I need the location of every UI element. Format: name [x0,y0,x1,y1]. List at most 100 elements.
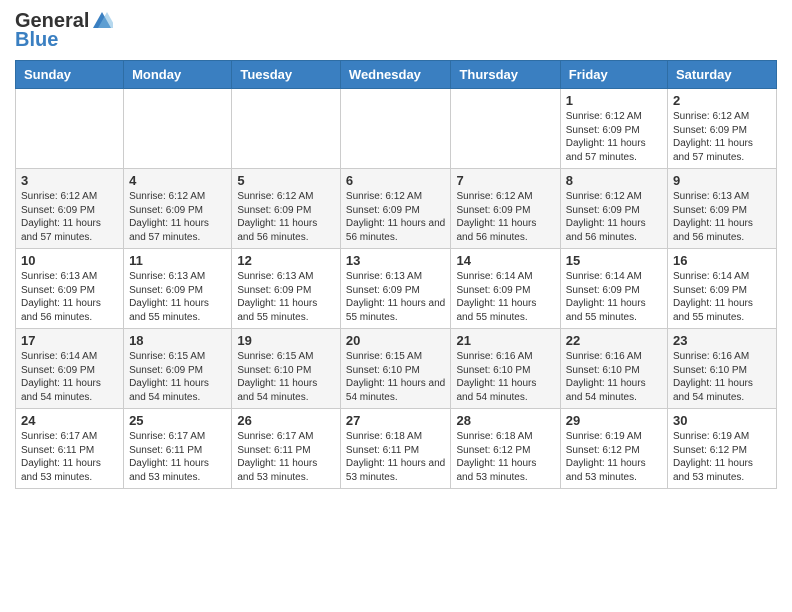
day-info: Sunrise: 6:19 AM Sunset: 6:12 PM Dayligh… [673,430,771,484]
day-info: Sunrise: 6:14 AM Sunset: 6:09 PM Dayligh… [21,350,118,404]
day-number: 4 [129,173,226,188]
day-info: Sunrise: 6:16 AM Sunset: 6:10 PM Dayligh… [673,350,771,404]
calendar-cell-1-6: 1Sunrise: 6:12 AM Sunset: 6:09 PM Daylig… [560,89,667,169]
calendar-cell-4-3: 19Sunrise: 6:15 AM Sunset: 6:10 PM Dayli… [232,329,341,409]
logo: General Blue [15,10,113,52]
day-number: 27 [346,413,446,428]
day-number: 28 [456,413,554,428]
day-number: 23 [673,333,771,348]
calendar-cell-3-1: 10 Sunrise: 6:13 AM Sunset: 6:09 PM Dayli… [16,249,124,329]
calendar-cell-5-5: 28 Sunrise: 6:18 AM Sunset: 6:12 PM Dayli… [451,409,560,489]
calendar-cell-1-5 [451,89,560,169]
logo-blue-label: Blue [15,29,58,52]
calendar-week-3: 10 Sunrise: 6:13 AM Sunset: 6:09 PM Dayli… [16,249,777,329]
col-wednesday: Wednesday [340,61,451,89]
calendar-cell-5-7: 30 Sunrise: 6:19 AM Sunset: 6:12 PM Dayli… [668,409,777,489]
day-number: 30 [673,413,771,428]
calendar-cell-3-4: 13 Sunrise: 6:13 AM Sunset: 6:09 PM Dayli… [340,249,451,329]
day-number: 25 [129,413,226,428]
day-number: 19 [237,333,335,348]
day-number: 22 [566,333,662,348]
day-number: 8 [566,173,662,188]
calendar-week-5: 24 Sunrise: 6:17 AM Sunset: 6:11 PM Dayli… [16,409,777,489]
day-info: Sunrise: 6:18 AM Sunset: 6:12 PM Dayligh… [456,430,554,484]
day-number: 17 [21,333,118,348]
day-number: 6 [346,173,446,188]
day-number: 14 [456,253,554,268]
day-info: Sunrise: 6:12 AM Sunset: 6:09 PM Dayligh… [673,110,771,164]
day-number: 15 [566,253,662,268]
calendar-cell-2-5: 7 Sunrise: 6:12 AM Sunset: 6:09 PM Daylig… [451,169,560,249]
calendar-cell-2-2: 4 Sunrise: 6:12 AM Sunset: 6:09 PM Daylig… [124,169,232,249]
day-number: 12 [237,253,335,268]
day-number: 24 [21,413,118,428]
page: General Blue Sunday Monday Tuesday Wedne… [0,0,792,504]
calendar-cell-2-7: 9Sunrise: 6:13 AM Sunset: 6:09 PM Daylig… [668,169,777,249]
day-info: Sunrise: 6:12 AM Sunset: 6:09 PM Dayligh… [456,190,554,244]
calendar-cell-1-2 [124,89,232,169]
day-info: Sunrise: 6:14 AM Sunset: 6:09 PM Dayligh… [456,270,554,324]
logo-wrapper: General Blue [15,10,113,52]
day-info: Sunrise: 6:13 AM Sunset: 6:09 PM Dayligh… [21,270,118,324]
day-number: 2 [673,93,771,108]
col-friday: Friday [560,61,667,89]
day-number: 21 [456,333,554,348]
calendar-cell-3-2: 11 Sunrise: 6:13 AM Sunset: 6:09 PM Dayli… [124,249,232,329]
day-number: 7 [456,173,554,188]
col-monday: Monday [124,61,232,89]
day-info: Sunrise: 6:12 AM Sunset: 6:09 PM Dayligh… [129,190,226,244]
day-info: Sunrise: 6:13 AM Sunset: 6:09 PM Dayligh… [129,270,226,324]
day-info: Sunrise: 6:12 AM Sunset: 6:09 PM Dayligh… [566,190,662,244]
day-number: 29 [566,413,662,428]
day-info: Sunrise: 6:12 AM Sunset: 6:09 PM Dayligh… [237,190,335,244]
calendar-week-4: 17 Sunrise: 6:14 AM Sunset: 6:09 PM Dayli… [16,329,777,409]
calendar-cell-2-3: 5Sunrise: 6:12 AM Sunset: 6:09 PM Daylig… [232,169,341,249]
calendar-cell-4-2: 18 Sunrise: 6:15 AM Sunset: 6:09 PM Dayli… [124,329,232,409]
day-info: Sunrise: 6:13 AM Sunset: 6:09 PM Dayligh… [346,270,446,324]
day-info: Sunrise: 6:17 AM Sunset: 6:11 PM Dayligh… [237,430,335,484]
col-tuesday: Tuesday [232,61,341,89]
calendar-cell-1-3 [232,89,341,169]
calendar-cell-3-6: 15 Sunrise: 6:14 AM Sunset: 6:09 PM Dayli… [560,249,667,329]
day-number: 26 [237,413,335,428]
logo-arrow-icon [91,10,113,30]
calendar-week-2: 3 Sunrise: 6:12 AM Sunset: 6:09 PM Daylig… [16,169,777,249]
calendar-cell-4-7: 23 Sunrise: 6:16 AM Sunset: 6:10 PM Dayli… [668,329,777,409]
calendar-cell-2-1: 3 Sunrise: 6:12 AM Sunset: 6:09 PM Daylig… [16,169,124,249]
day-info: Sunrise: 6:12 AM Sunset: 6:09 PM Dayligh… [21,190,118,244]
day-number: 3 [21,173,118,188]
calendar-cell-1-7: 2 Sunrise: 6:12 AM Sunset: 6:09 PM Daylig… [668,89,777,169]
col-thursday: Thursday [451,61,560,89]
calendar-cell-4-6: 22 Sunrise: 6:16 AM Sunset: 6:10 PM Dayli… [560,329,667,409]
day-info: Sunrise: 6:12 AM Sunset: 6:09 PM Dayligh… [566,110,662,164]
calendar-cell-3-7: 16Sunrise: 6:14 AM Sunset: 6:09 PM Dayli… [668,249,777,329]
day-number: 10 [21,253,118,268]
calendar-table: Sunday Monday Tuesday Wednesday Thursday… [15,60,777,489]
calendar-cell-5-3: 26 Sunrise: 6:17 AM Sunset: 6:11 PM Dayli… [232,409,341,489]
day-info: Sunrise: 6:16 AM Sunset: 6:10 PM Dayligh… [566,350,662,404]
calendar-cell-5-1: 24 Sunrise: 6:17 AM Sunset: 6:11 PM Dayli… [16,409,124,489]
day-number: 13 [346,253,446,268]
day-info: Sunrise: 6:14 AM Sunset: 6:09 PM Dayligh… [673,270,771,324]
col-sunday: Sunday [16,61,124,89]
calendar-cell-5-2: 25Sunrise: 6:17 AM Sunset: 6:11 PM Dayli… [124,409,232,489]
day-number: 18 [129,333,226,348]
calendar-header-row: Sunday Monday Tuesday Wednesday Thursday… [16,61,777,89]
calendar-cell-3-5: 14 Sunrise: 6:14 AM Sunset: 6:09 PM Dayli… [451,249,560,329]
calendar-cell-5-4: 27 Sunrise: 6:18 AM Sunset: 6:11 PM Dayli… [340,409,451,489]
calendar-cell-4-1: 17 Sunrise: 6:14 AM Sunset: 6:09 PM Dayli… [16,329,124,409]
calendar-cell-5-6: 29Sunrise: 6:19 AM Sunset: 6:12 PM Dayli… [560,409,667,489]
calendar-cell-4-5: 21Sunrise: 6:16 AM Sunset: 6:10 PM Dayli… [451,329,560,409]
day-info: Sunrise: 6:17 AM Sunset: 6:11 PM Dayligh… [21,430,118,484]
day-info: Sunrise: 6:15 AM Sunset: 6:09 PM Dayligh… [129,350,226,404]
calendar-cell-2-4: 6 Sunrise: 6:12 AM Sunset: 6:09 PM Daylig… [340,169,451,249]
day-info: Sunrise: 6:13 AM Sunset: 6:09 PM Dayligh… [673,190,771,244]
day-info: Sunrise: 6:14 AM Sunset: 6:09 PM Dayligh… [566,270,662,324]
day-info: Sunrise: 6:15 AM Sunset: 6:10 PM Dayligh… [346,350,446,404]
day-info: Sunrise: 6:12 AM Sunset: 6:09 PM Dayligh… [346,190,446,244]
day-number: 20 [346,333,446,348]
calendar-cell-2-6: 8 Sunrise: 6:12 AM Sunset: 6:09 PM Daylig… [560,169,667,249]
day-info: Sunrise: 6:18 AM Sunset: 6:11 PM Dayligh… [346,430,446,484]
day-number: 11 [129,253,226,268]
calendar-cell-4-4: 20 Sunrise: 6:15 AM Sunset: 6:10 PM Dayli… [340,329,451,409]
